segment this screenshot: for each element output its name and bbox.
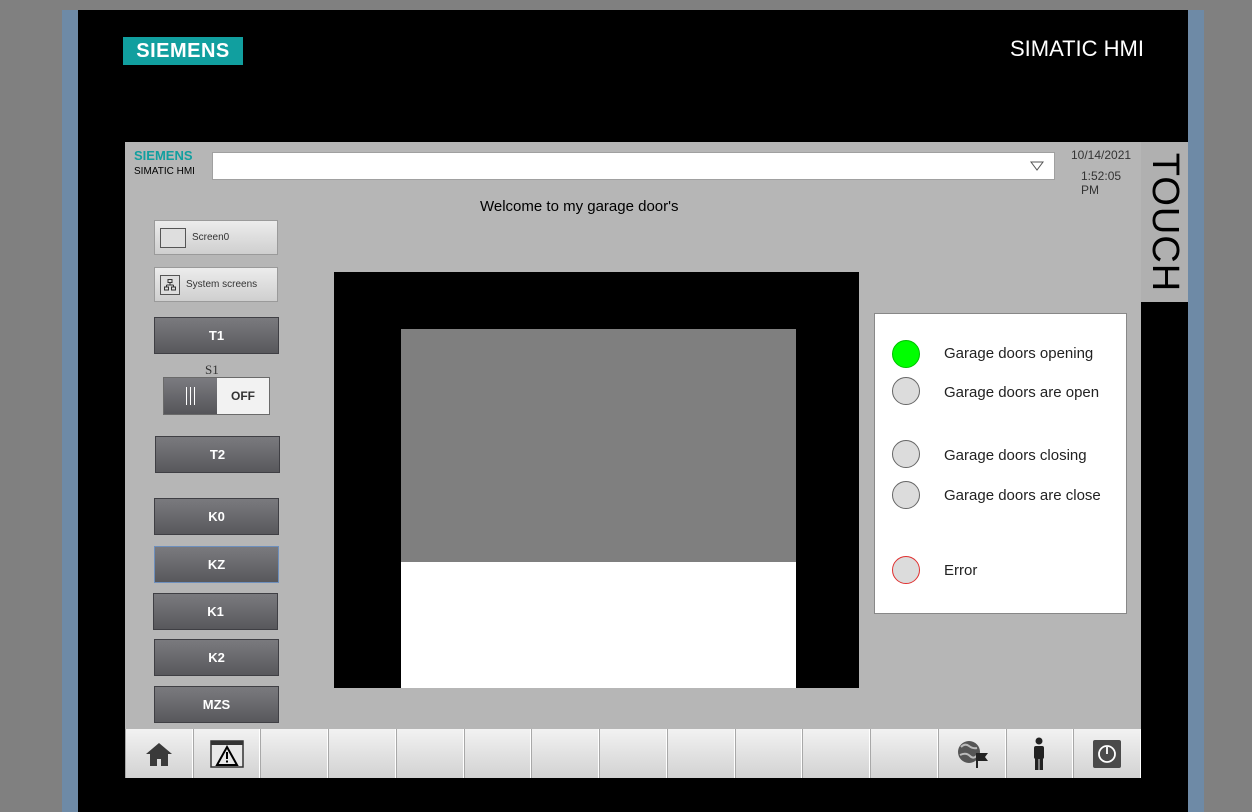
k0-label: K0 <box>208 509 225 524</box>
kz-button[interactable]: KZ <box>154 546 279 583</box>
function-key-11[interactable] <box>802 729 871 778</box>
k2-label: K2 <box>208 650 225 665</box>
home-icon <box>145 742 172 766</box>
chevron-down-icon[interactable] <box>1030 159 1044 173</box>
t1-label: T1 <box>208 328 225 343</box>
function-key-6[interactable] <box>463 729 532 778</box>
closed-status-label: Garage doors are close <box>944 487 1101 504</box>
opening-indicator-icon <box>892 340 920 368</box>
garage-door-opening <box>401 329 796 688</box>
garage-door-frame <box>334 272 859 688</box>
power-key[interactable] <box>1073 729 1142 778</box>
open-indicator-icon <box>892 377 920 405</box>
screen-icon <box>160 227 186 248</box>
k2-button[interactable]: K2 <box>154 639 279 676</box>
function-key-bar <box>125 729 1142 778</box>
page-title: Welcome to my garage door's <box>480 198 679 215</box>
language-key[interactable] <box>937 729 1006 778</box>
user-icon <box>1034 737 1045 770</box>
screen0-label: Screen0 <box>192 232 230 243</box>
language-icon <box>957 740 988 768</box>
header-date: 10/14/2021 <box>1071 148 1132 162</box>
function-key-9[interactable] <box>666 729 735 778</box>
mzs-label: MZS <box>202 697 231 712</box>
error-indicator-icon <box>892 556 920 584</box>
k1-button[interactable]: K1 <box>153 593 278 630</box>
user-key[interactable] <box>1005 729 1074 778</box>
k0-button[interactable]: K0 <box>154 498 279 535</box>
system-screens-button[interactable]: System screens <box>154 267 278 302</box>
alarm-key[interactable] <box>192 729 261 778</box>
function-key-5[interactable] <box>395 729 464 778</box>
closing-status-label: Garage doors closing <box>944 447 1087 464</box>
switch-s1-state: OFF <box>217 378 269 414</box>
power-icon <box>1093 739 1122 768</box>
kz-label: KZ <box>207 557 226 572</box>
header-product: SIMATIC HMI <box>134 166 195 177</box>
t2-label: T2 <box>209 447 226 462</box>
touch-label: TOUCH <box>1141 142 1188 302</box>
home-key[interactable] <box>125 729 193 778</box>
switch-s1-toggle[interactable]: OFF <box>163 377 270 415</box>
error-status-label: Error <box>944 562 978 579</box>
device-product-name: SIMATIC HMI <box>1009 36 1144 61</box>
header-time: 1:52:05 PM <box>1081 169 1122 197</box>
status-panel: Garage doors opening Garage doors are op… <box>874 313 1127 614</box>
frame-strip-right <box>1188 10 1204 812</box>
function-key-7[interactable] <box>531 729 600 778</box>
function-key-10[interactable] <box>734 729 803 778</box>
system-screens-label: System screens <box>186 279 258 290</box>
mzs-button[interactable]: MZS <box>154 686 279 723</box>
screen0-button[interactable]: Screen0 <box>154 220 278 255</box>
function-key-8[interactable] <box>599 729 667 778</box>
t1-button[interactable]: T1 <box>154 317 279 354</box>
switch-s1-label: S1 <box>205 362 219 377</box>
frame-strip-left <box>62 10 78 812</box>
closing-indicator-icon <box>892 440 920 468</box>
function-key-12[interactable] <box>870 729 938 778</box>
k1-label: K1 <box>207 604 224 619</box>
device-brand-logo: SIEMENS <box>123 37 243 65</box>
alarm-icon <box>209 739 244 768</box>
opening-status-label: Garage doors opening <box>944 345 1094 362</box>
t2-button[interactable]: T2 <box>155 436 280 473</box>
switch-s1-knob <box>164 378 217 414</box>
garage-door-panel <box>401 329 796 563</box>
hierarchy-icon <box>160 274 180 295</box>
screen-selector-dropdown[interactable] <box>212 152 1055 180</box>
function-key-4[interactable] <box>328 729 396 778</box>
open-status-label: Garage doors are open <box>944 384 1100 401</box>
closed-indicator-icon <box>892 481 920 509</box>
header-brand: SIEMENS <box>134 148 193 163</box>
function-key-3[interactable] <box>260 729 329 778</box>
hmi-screen: SIEMENS SIMATIC HMI 10/14/2021 1:52:05 P… <box>125 142 1142 778</box>
